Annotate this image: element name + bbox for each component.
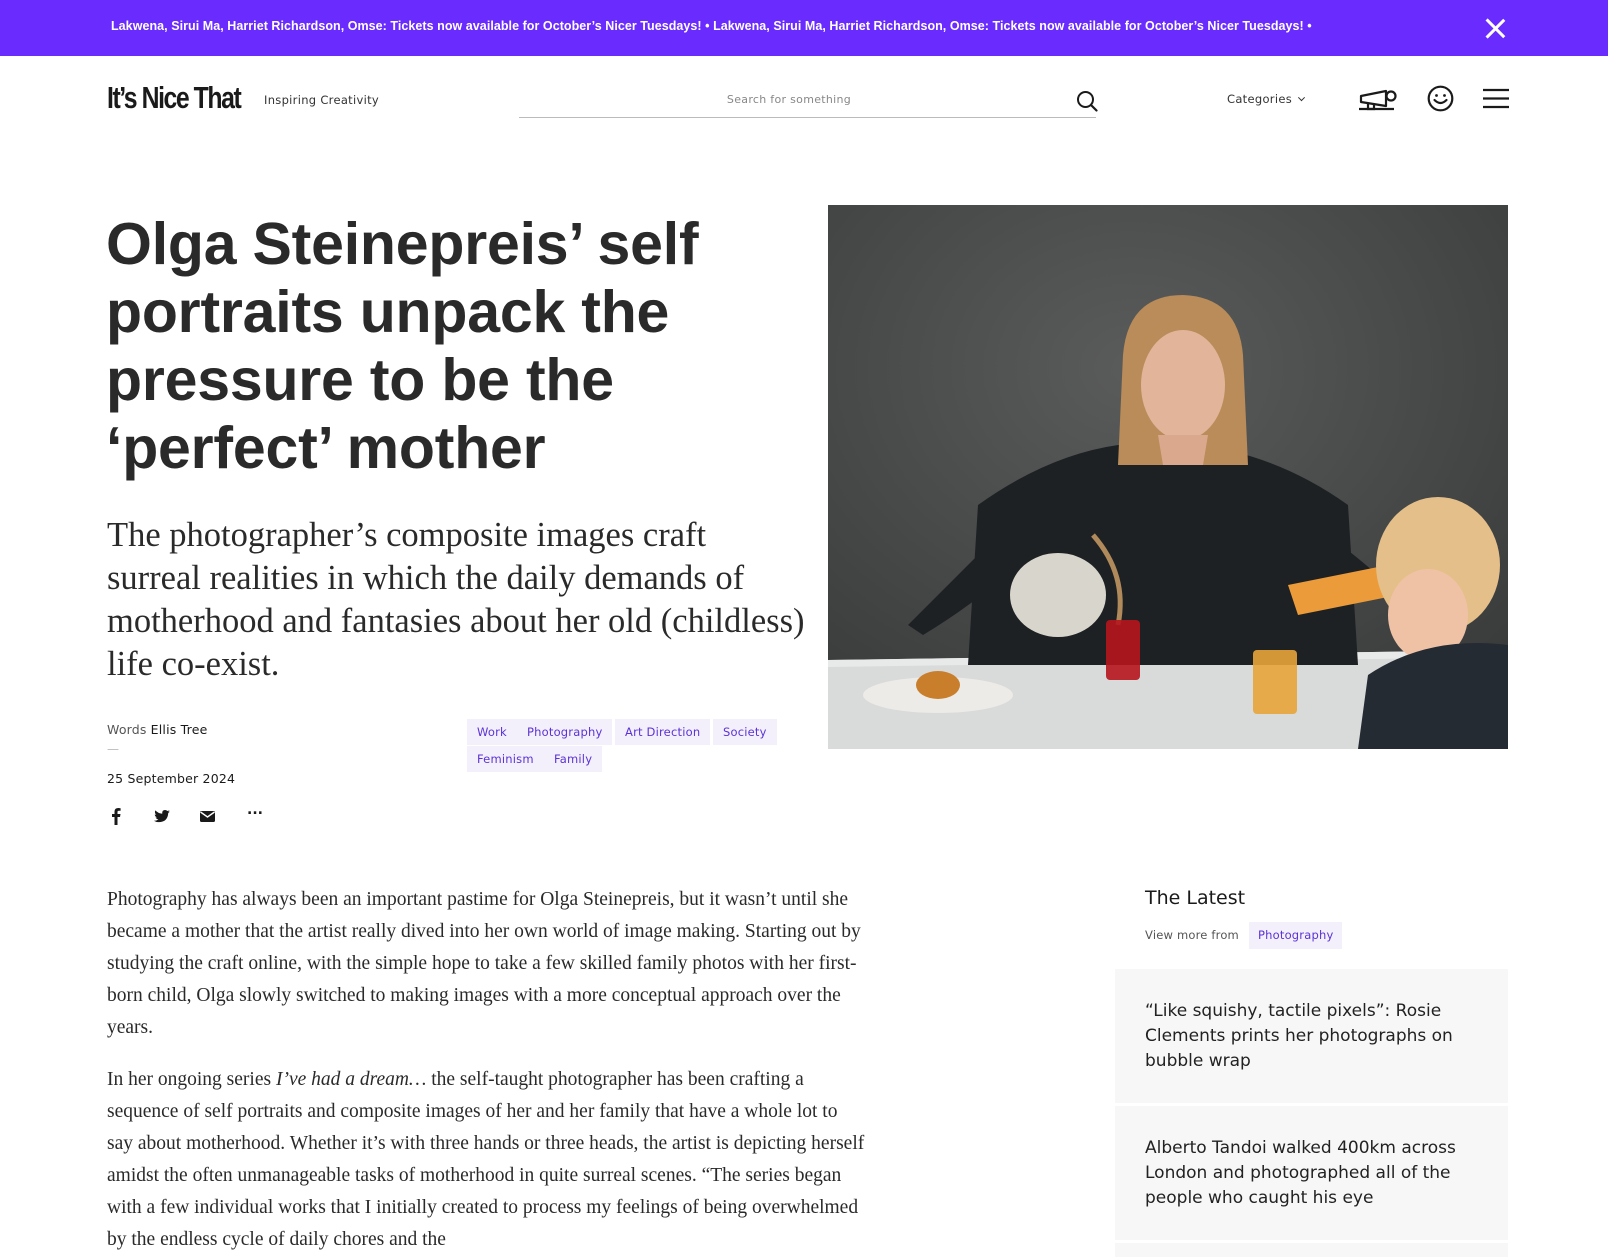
article-standfirst: The photographer’s composite images craf… bbox=[107, 516, 805, 683]
byline-divider: — bbox=[107, 742, 119, 756]
tag-photography[interactable]: Photography bbox=[517, 719, 613, 745]
search-icon[interactable] bbox=[1076, 90, 1098, 112]
byline-label: Words bbox=[107, 722, 147, 737]
latest-card-title: Alberto Tandoi walked 400km across Londo… bbox=[1145, 1138, 1456, 1208]
latest-card[interactable]: “Like squishy, tactile pixels”: Rosie Cl… bbox=[1115, 969, 1508, 1103]
publish-date: 25 September 2024 bbox=[107, 771, 236, 786]
smiley-icon[interactable] bbox=[1427, 85, 1454, 112]
facebook-icon[interactable] bbox=[109, 806, 123, 826]
tag-art-direction[interactable]: Art Direction bbox=[615, 719, 711, 745]
tag-work[interactable]: Work bbox=[467, 719, 517, 745]
hero-image bbox=[828, 205, 1508, 749]
megaphone-icon[interactable] bbox=[1358, 86, 1398, 112]
latest-card-title: “Like squishy, tactile pixels”: Rosie Cl… bbox=[1145, 1001, 1453, 1071]
article-headline: Olga Steinepreis’ self portraits unpack … bbox=[106, 211, 699, 481]
categories-dropdown[interactable]: Categories bbox=[1227, 92, 1306, 106]
tag-family[interactable]: Family bbox=[544, 746, 603, 772]
paragraph-text: In her ongoing series bbox=[107, 1069, 276, 1090]
chevron-down-icon bbox=[1297, 94, 1306, 102]
latest-heading: The Latest bbox=[1145, 887, 1246, 909]
email-icon[interactable] bbox=[199, 806, 216, 826]
article-paragraph: In her ongoing series I’ve had a dream… … bbox=[107, 1064, 867, 1256]
search-bar bbox=[519, 82, 1098, 118]
article-body: Photography has always been an important… bbox=[107, 884, 867, 1257]
view-more-label: View more from bbox=[1145, 928, 1239, 942]
latest-card[interactable] bbox=[1115, 1243, 1508, 1257]
tag-feminism[interactable]: Feminism bbox=[467, 746, 544, 772]
series-title: I’ve had a dream… bbox=[275, 1069, 427, 1090]
more-icon[interactable]: ... bbox=[247, 802, 263, 822]
tag-society[interactable]: Society bbox=[713, 719, 777, 745]
author-link[interactable]: Ellis Tree bbox=[151, 722, 208, 737]
view-more-tag-photography[interactable]: Photography bbox=[1249, 922, 1343, 949]
close-icon[interactable] bbox=[1483, 16, 1507, 40]
site-tagline: Inspiring Creativity bbox=[264, 93, 379, 107]
banner-text[interactable]: Lakwena, Sirui Ma, Harriet Richardson, O… bbox=[111, 19, 1312, 33]
twitter-icon[interactable] bbox=[153, 806, 171, 826]
paragraph-text: the self-taught photographer has been cr… bbox=[107, 1069, 865, 1250]
article-paragraph: Photography has always been an important… bbox=[107, 889, 861, 1038]
search-input[interactable] bbox=[519, 84, 1059, 114]
menu-icon[interactable] bbox=[1483, 88, 1509, 109]
site-logo[interactable]: It’s Nice That bbox=[107, 80, 242, 116]
latest-card[interactable]: Alberto Tandoi walked 400km across Londo… bbox=[1115, 1106, 1508, 1240]
announcement-banner: Lakwena, Sirui Ma, Harriet Richardson, O… bbox=[0, 0, 1608, 56]
byline: Words Ellis Tree bbox=[107, 722, 208, 737]
categories-label: Categories bbox=[1227, 92, 1292, 106]
